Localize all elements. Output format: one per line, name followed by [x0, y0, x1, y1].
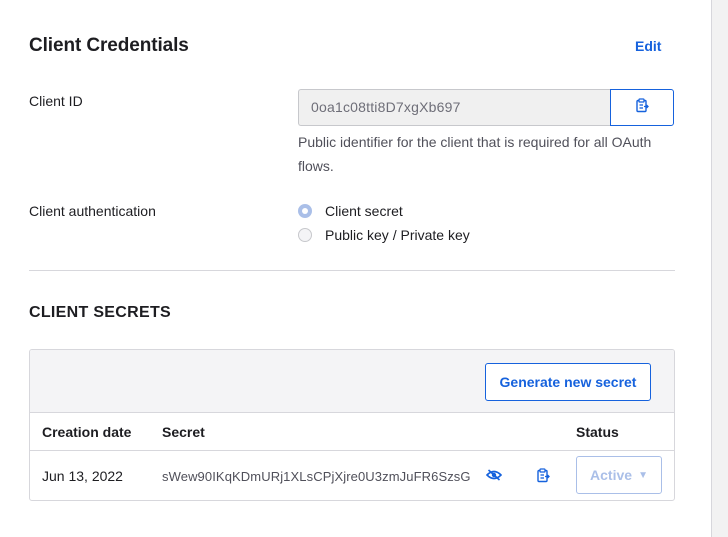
radio-client-secret-label: Client secret	[325, 203, 403, 219]
caret-down-icon: ▼	[638, 469, 648, 481]
secret-creation-date: Jun 13, 2022	[42, 468, 123, 484]
radio-unchecked-icon[interactable]	[298, 228, 312, 242]
eye-hidden-icon[interactable]	[484, 465, 504, 485]
window-edge	[711, 0, 728, 537]
client-id-input[interactable]: 0oa1c08tti8D7xgXb697	[298, 89, 610, 126]
radio-public-key-label: Public key / Private key	[325, 227, 470, 243]
clipboard-icon	[635, 97, 649, 118]
client-secrets-panel: Generate new secret Creation date Secret…	[29, 349, 675, 501]
header-row-divider	[30, 450, 674, 451]
radio-client-secret[interactable]: Client secret	[298, 203, 403, 219]
edit-link[interactable]: Edit	[635, 38, 661, 54]
client-secrets-heading: CLIENT SECRETS	[29, 304, 171, 321]
radio-checked-icon[interactable]	[298, 204, 312, 218]
client-id-help-text: Public identifier for the client that is…	[298, 134, 652, 174]
column-header-secret: Secret	[162, 424, 205, 440]
status-dropdown[interactable]: Active ▼	[576, 456, 662, 494]
column-header-status: Status	[576, 424, 619, 440]
client-id-field: 0oa1c08tti8D7xgXb697	[298, 89, 674, 126]
clipboard-icon[interactable]	[533, 465, 553, 485]
column-header-creation-date: Creation date	[42, 424, 132, 440]
radio-public-private-key[interactable]: Public key / Private key	[298, 227, 470, 243]
secrets-toolbar: Generate new secret	[30, 350, 674, 413]
section-divider	[29, 270, 675, 271]
secret-value: sWew90IKqKDmURj1XLsCPjXjre0U3zmJuFR6SzsG	[162, 469, 471, 484]
status-value: Active	[590, 467, 633, 483]
client-auth-label: Client authentication	[29, 203, 156, 219]
copy-client-id-button[interactable]	[610, 89, 674, 126]
generate-new-secret-button[interactable]: Generate new secret	[485, 363, 651, 401]
section-title: Client Credentials	[29, 35, 189, 56]
client-id-label: Client ID	[29, 93, 83, 109]
